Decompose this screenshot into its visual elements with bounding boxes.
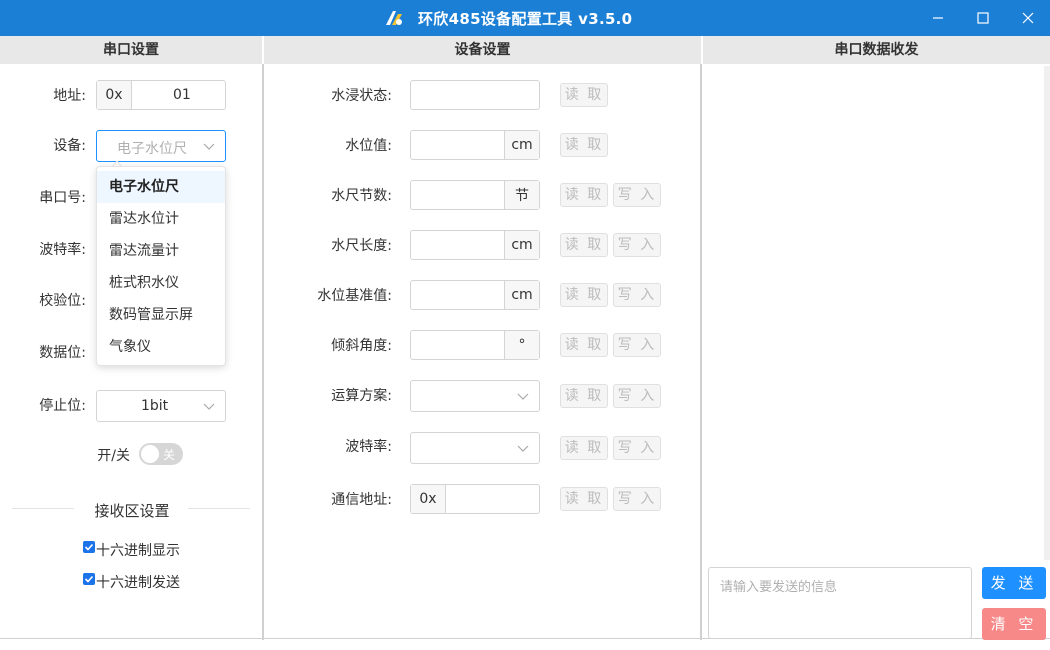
clear-button[interactable]: 清 空: [982, 608, 1046, 640]
databits-label: 数据位:: [39, 345, 86, 361]
device-settings-header: 设备设置: [264, 36, 701, 64]
water-immersion-field[interactable]: [410, 80, 540, 110]
hex-send-label: 十六进制发送: [96, 575, 180, 591]
write-button[interactable]: 写 入: [613, 487, 661, 511]
parity-label: 校验位:: [39, 293, 86, 309]
close-icon[interactable]: [1018, 8, 1038, 28]
divider-right: [700, 64, 702, 640]
baud-label: 波特率:: [39, 242, 86, 258]
device-option-5[interactable]: 数码管显示屏: [97, 299, 225, 331]
serial-settings-header: 串口设置: [0, 36, 262, 64]
stopbits-select[interactable]: 1bit: [96, 390, 226, 422]
chevron-down-icon: [517, 445, 529, 452]
check-icon: [84, 543, 94, 551]
read-button[interactable]: 读 取: [560, 436, 608, 460]
read-button[interactable]: 读 取: [560, 333, 608, 357]
comm-address-field[interactable]: 0x: [410, 484, 540, 514]
stopbits-value: 1bit: [141, 398, 169, 414]
comm-address-prefix: 0x: [411, 485, 446, 513]
device-row-label: 通信地址:: [331, 492, 392, 508]
divider-left: [262, 64, 264, 640]
unit-label: cm: [504, 131, 539, 159]
chevron-down-icon: [203, 143, 215, 150]
send-input-placeholder: 请输入要发送的信息: [720, 580, 838, 595]
hex-display-label: 十六进制显示: [96, 543, 180, 559]
device-select[interactable]: 电子水位尺: [96, 130, 226, 162]
read-button[interactable]: 读 取: [560, 183, 608, 207]
device-label: 设备:: [53, 138, 86, 154]
serial-toggle[interactable]: 关: [139, 443, 183, 465]
chevron-down-icon: [203, 403, 215, 410]
read-button[interactable]: 读 取: [560, 487, 608, 511]
ruler-length-field[interactable]: cm: [410, 230, 540, 260]
app-logo-icon: [386, 11, 402, 25]
toggle-knob: [141, 445, 159, 463]
address-label: 地址:: [53, 88, 86, 104]
address-value: 01: [173, 87, 191, 103]
read-button[interactable]: 读 取: [560, 283, 608, 307]
send-message-input[interactable]: 请输入要发送的信息: [708, 567, 972, 639]
write-button[interactable]: 写 入: [613, 333, 661, 357]
read-button[interactable]: 读 取: [560, 233, 608, 257]
hex-display-checkbox[interactable]: [83, 541, 95, 553]
device-row-label: 水尺长度:: [331, 238, 392, 254]
stopbits-label: 停止位:: [39, 398, 86, 414]
write-button[interactable]: 写 入: [613, 384, 661, 408]
window-title: 环欣485设备配置工具 v3.5.0: [418, 10, 633, 28]
port-label: 串口号:: [39, 190, 86, 206]
device-baud-select[interactable]: [410, 432, 540, 464]
write-button[interactable]: 写 入: [613, 436, 661, 460]
level-baseline-field[interactable]: cm: [410, 280, 540, 310]
read-button[interactable]: 读 取: [560, 133, 608, 157]
device-row-label: 水位基准值:: [317, 288, 392, 304]
divider-line: [12, 508, 74, 509]
switch-label: 开/关: [97, 448, 130, 464]
read-button[interactable]: 读 取: [560, 384, 608, 408]
device-option-2[interactable]: 雷达水位计: [97, 203, 225, 235]
tilt-angle-field[interactable]: °: [410, 330, 540, 360]
device-option-3[interactable]: 雷达流量计: [97, 235, 225, 267]
check-icon: [84, 575, 94, 583]
device-row-label: 倾斜角度:: [331, 338, 392, 354]
water-level-field[interactable]: cm: [410, 130, 540, 160]
send-button[interactable]: 发 送: [982, 567, 1046, 599]
receive-settings-heading: 接收区设置: [94, 502, 170, 520]
device-row-label: 波特率:: [345, 439, 392, 455]
device-option-4[interactable]: 桩式积水仪: [97, 267, 225, 299]
device-option-6[interactable]: 气象仪: [97, 331, 225, 363]
maximize-icon[interactable]: [973, 8, 993, 28]
device-option-1[interactable]: 电子水位尺: [97, 171, 225, 203]
receive-scrollbar[interactable]: [1044, 66, 1050, 560]
device-row-label: 运算方案:: [331, 388, 392, 404]
calc-scheme-select[interactable]: [410, 380, 540, 412]
device-dropdown: 电子水位尺 雷达水位计 雷达流量计 桩式积水仪 数码管显示屏 气象仪: [96, 166, 226, 366]
write-button[interactable]: 写 入: [613, 233, 661, 257]
device-row-label: 水尺节数:: [331, 188, 392, 204]
minimize-icon[interactable]: [928, 8, 948, 28]
divider-line: [188, 508, 250, 509]
title-bar: 环欣485设备配置工具 v3.5.0: [0, 0, 1050, 36]
write-button[interactable]: 写 入: [613, 183, 661, 207]
unit-label: °: [504, 331, 539, 359]
device-select-value: 电子水位尺: [117, 141, 187, 157]
address-field[interactable]: 0x 01: [96, 80, 226, 110]
chevron-down-icon: [517, 393, 529, 400]
receive-area[interactable]: [707, 66, 1043, 560]
address-prefix: 0x: [97, 81, 132, 109]
write-button[interactable]: 写 入: [613, 283, 661, 307]
unit-label: cm: [504, 231, 539, 259]
toggle-state-label: 关: [163, 448, 176, 462]
unit-label: 节: [504, 181, 539, 209]
read-button[interactable]: 读 取: [560, 83, 608, 107]
unit-label: cm: [504, 281, 539, 309]
ruler-sections-field[interactable]: 节: [410, 180, 540, 210]
hex-send-checkbox[interactable]: [83, 573, 95, 585]
device-row-label: 水位值:: [345, 138, 392, 154]
device-row-label: 水浸状态:: [331, 88, 392, 104]
serial-data-header: 串口数据收发: [703, 36, 1050, 64]
